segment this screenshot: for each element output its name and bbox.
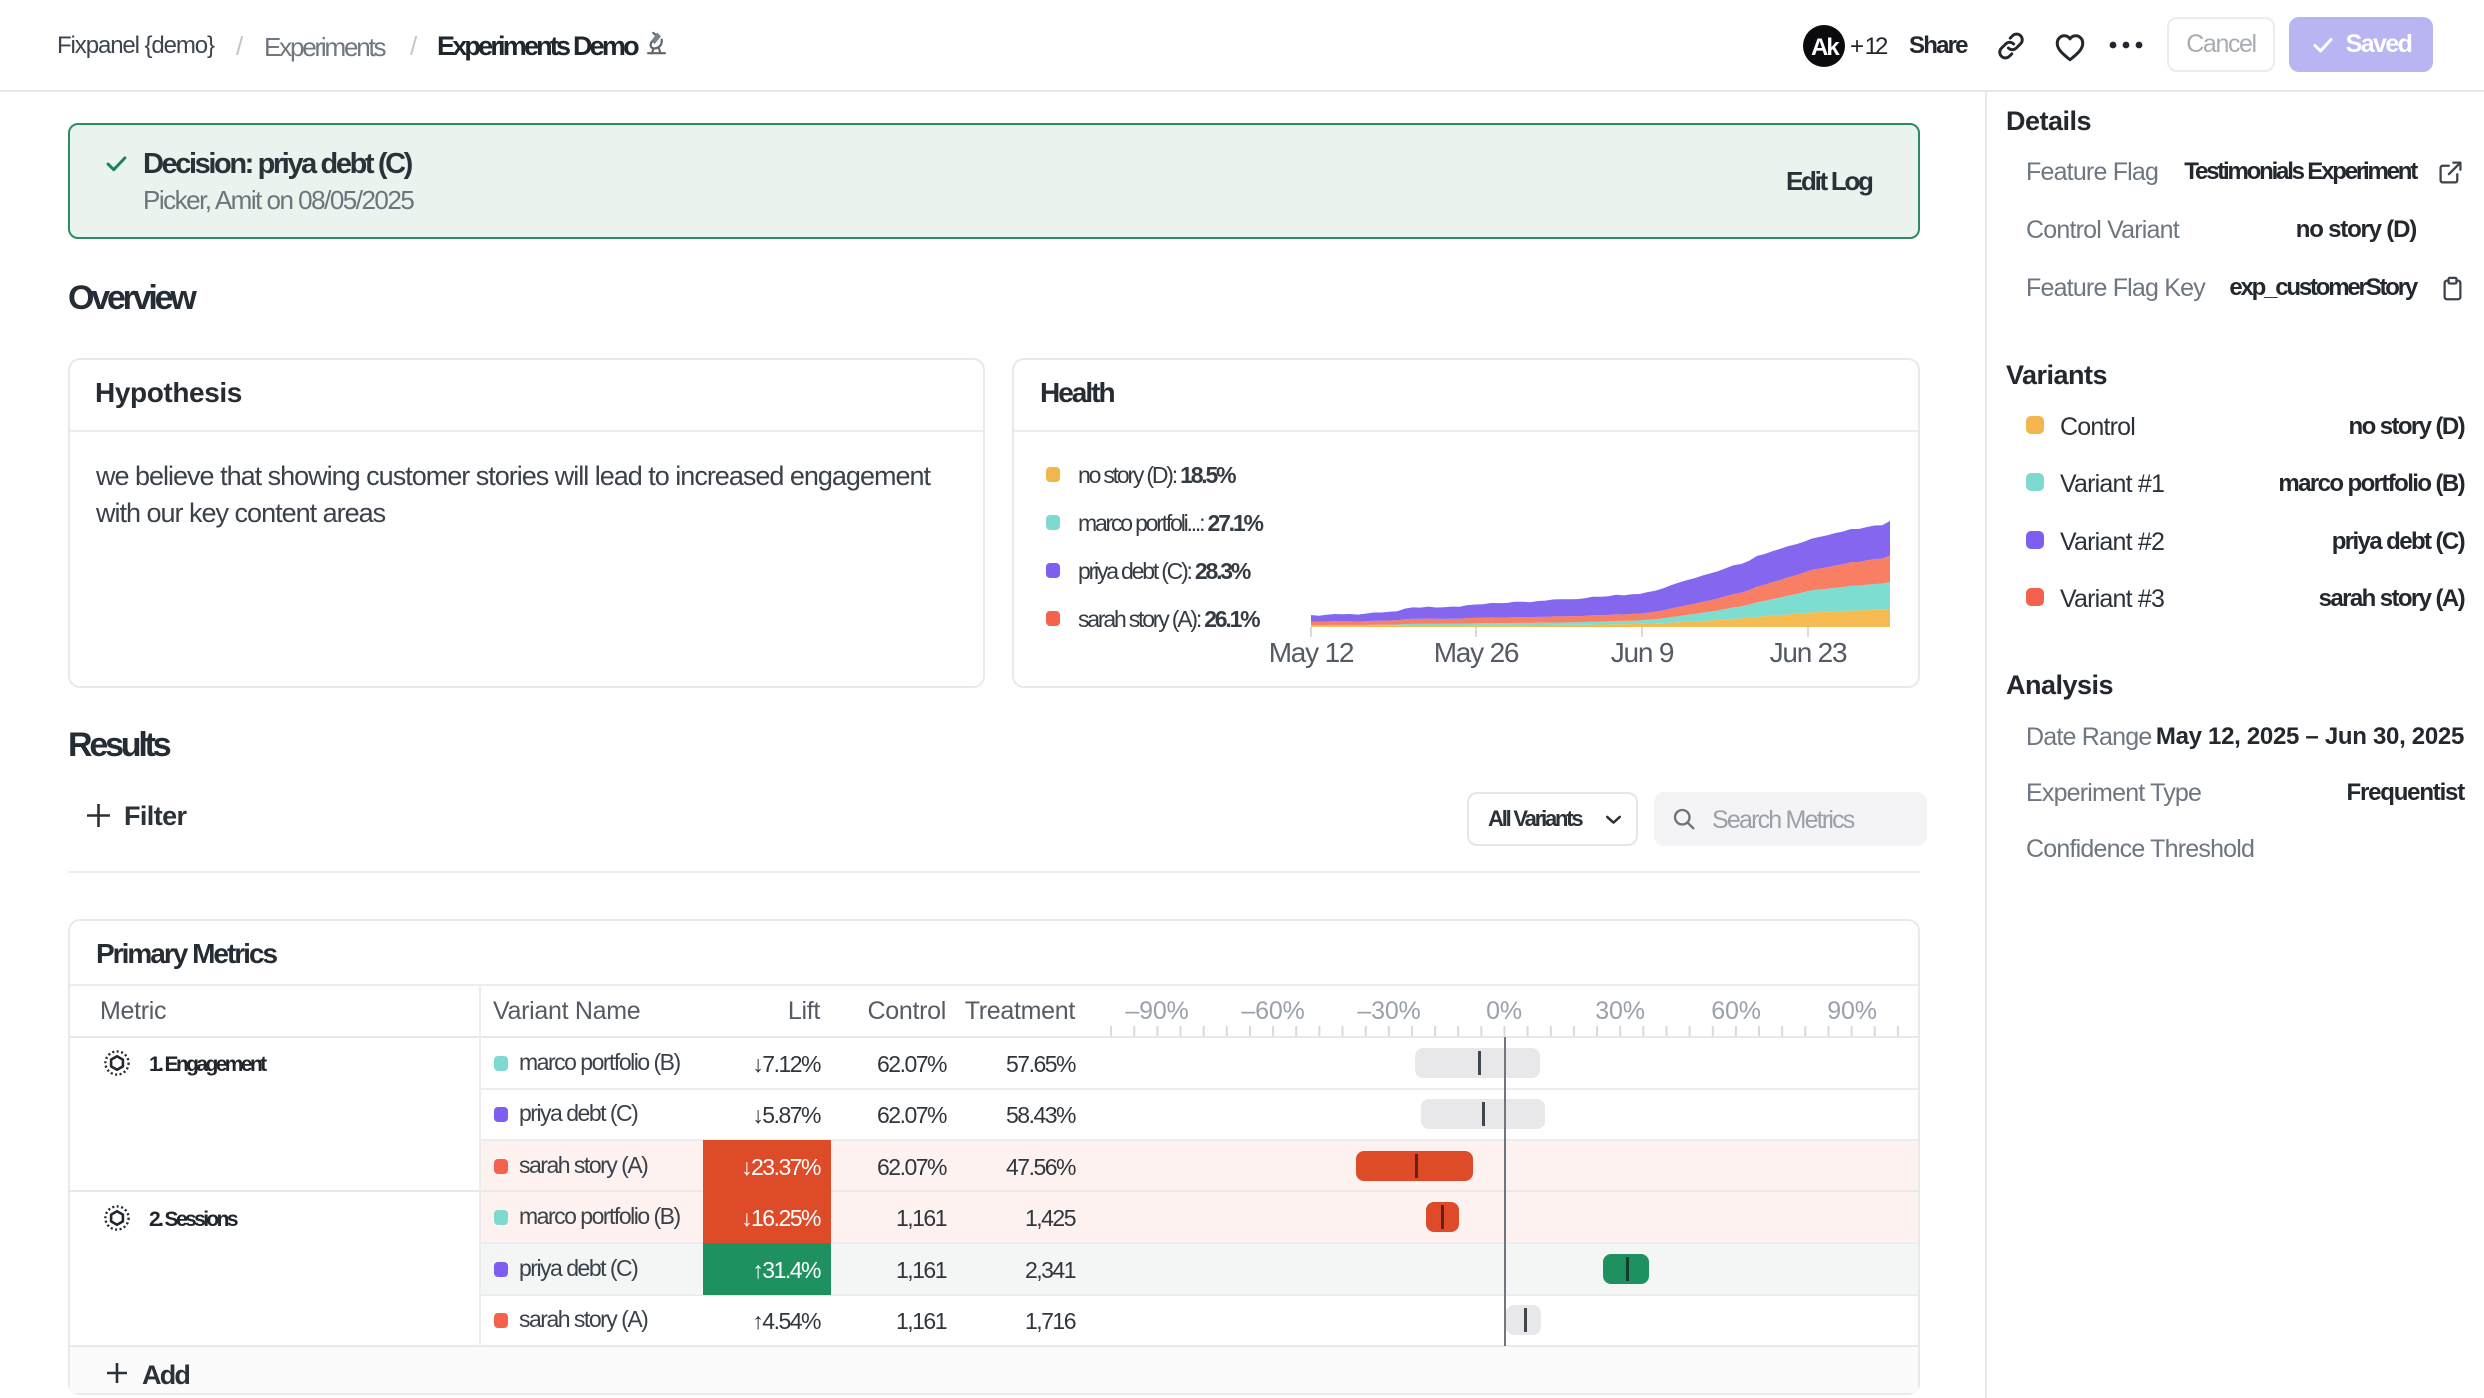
svg-text:May 26: May 26 <box>1434 637 1519 668</box>
svg-text:May 12: May 12 <box>1269 637 1354 668</box>
svg-text:Jun 9: Jun 9 <box>1611 637 1674 668</box>
svg-text:Jun 23: Jun 23 <box>1770 637 1847 668</box>
